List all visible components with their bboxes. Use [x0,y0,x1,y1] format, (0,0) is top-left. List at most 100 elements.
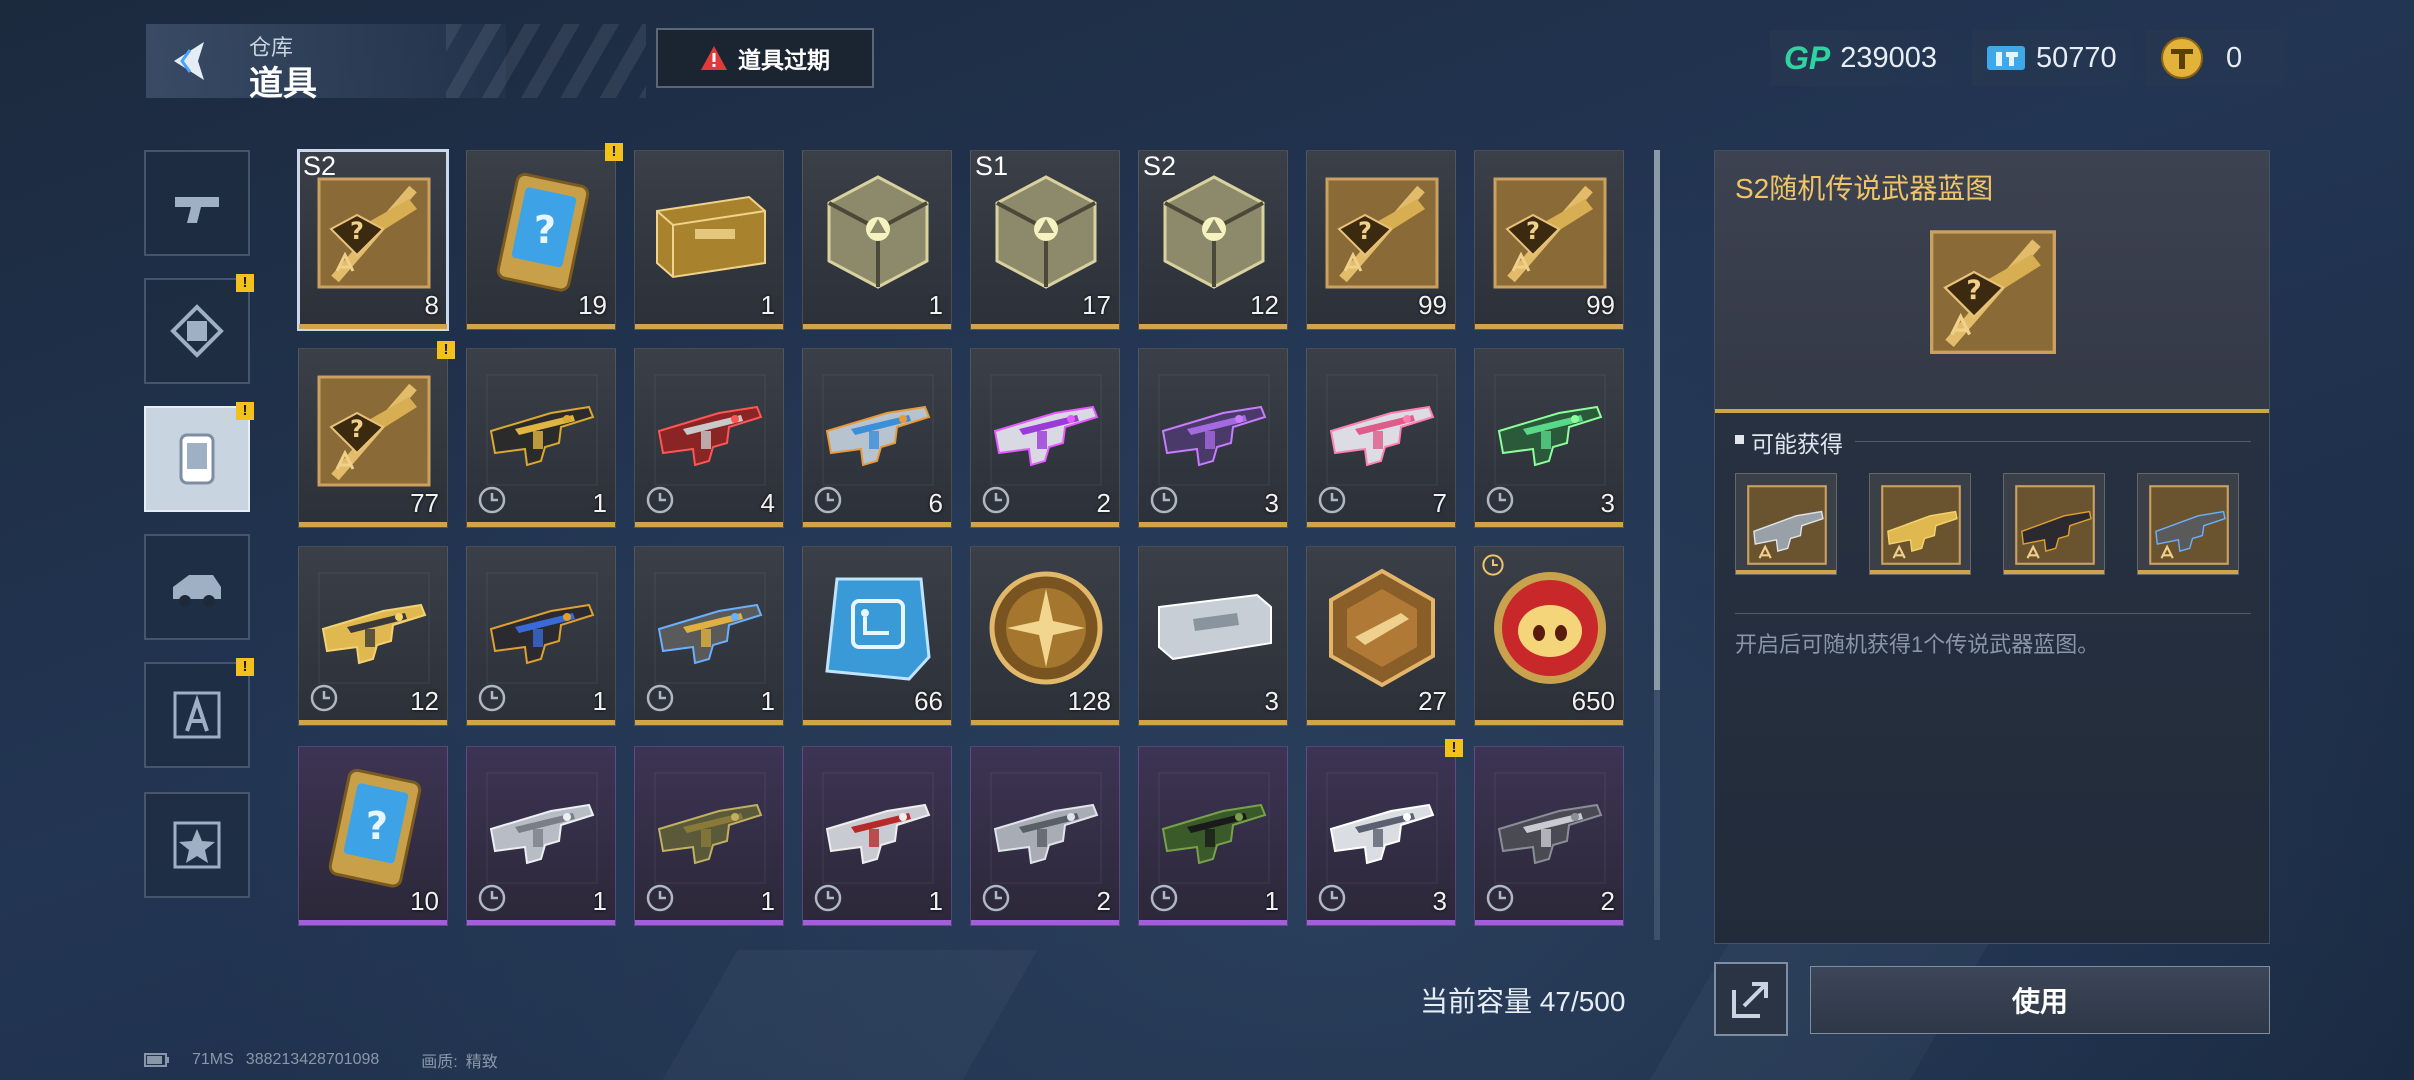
item-quantity: 1 [592,886,607,916]
divider [1735,613,2251,614]
item-slot[interactable]: 1 [466,546,616,726]
item-slot[interactable]: 4 [634,348,784,528]
notification-badge: ! [236,274,254,292]
season-label: S2 [303,151,337,181]
item-quantity: 10 [410,886,439,916]
item-quantity: 77 [410,488,439,518]
battery-icon [144,1053,169,1067]
item-quantity: 4 [760,488,775,518]
item-slot[interactable]: 1 [802,746,952,926]
item-slot[interactable]: 12 [298,546,448,726]
uid-text: 388213428701098 [245,1051,380,1068]
currency-gp[interactable]: GP 239003 [1770,30,1952,86]
tab-weapons[interactable] [144,150,250,256]
tab-outfits[interactable]: ! [144,274,254,384]
item-quantity: 66 [914,686,943,716]
tab-items[interactable]: ! [144,402,254,512]
timer-icon [477,883,507,913]
crossbow-icon [1489,767,1611,889]
item-slot[interactable]: S2 12 [1138,150,1288,330]
rifle-green-icon [1489,369,1611,491]
item-quantity: 1 [1264,886,1279,916]
item-quantity: 1 [928,886,943,916]
item-slot[interactable]: 7 [1306,348,1456,528]
timer-icon [1317,485,1347,515]
item-slot[interactable]: 2 [970,746,1120,926]
expired-items-button[interactable]: 道具过期 [656,28,874,88]
timer-icon [477,485,507,515]
item-quantity: 12 [1250,290,1279,320]
item-slot[interactable]: 2 [1474,746,1624,926]
svg-text:?: ? [1526,217,1540,245]
shotgun-gold-icon [313,567,435,689]
item-slot[interactable]: 66 [802,546,952,726]
tab-blueprints[interactable]: ! [144,658,254,768]
item-card-icon [179,433,215,485]
item-slot[interactable]: ? 99 [1474,150,1624,330]
legendary-blueprint-icon: ? [1489,171,1611,293]
timer-icon [1149,485,1179,515]
timer-icon [1481,553,1505,577]
currency-ticket[interactable]: 50770 [1972,30,2131,86]
reward-slot[interactable] [2003,473,2105,575]
item-slot[interactable]: 650 [1474,546,1624,726]
timer-icon [1149,883,1179,913]
smg-blue-icon [481,567,603,689]
item-slot[interactable]: 128 [970,546,1120,726]
notification-badge: ! [605,143,623,161]
rifle-blueprint-icon [1881,485,1961,565]
reward-slot[interactable] [1869,473,1971,575]
item-quantity: 99 [1586,290,1615,320]
item-slot[interactable]: S1 17 [970,150,1120,330]
timer-icon [1317,883,1347,913]
legendary-blueprint-icon: ? [1321,171,1443,293]
item-slot[interactable]: 3 [1138,348,1288,528]
item-quantity: 12 [410,686,439,716]
cube-crate-icon [985,171,1107,293]
scrollbar-thumb[interactable] [1654,150,1660,690]
item-slot[interactable]: 1 [634,150,784,330]
item-slot[interactable]: 2 [970,348,1120,528]
tab-favorites[interactable] [144,792,250,898]
item-slot[interactable]: 3 [1474,348,1624,528]
item-slot[interactable]: ? 10 [298,746,448,926]
item-slot[interactable]: 3 [1138,546,1288,726]
item-quantity: 99 [1418,290,1447,320]
currency-gold[interactable]: 0 [2146,30,2284,86]
item-slot[interactable]: 1 [634,546,784,726]
smg-blueprint-icon [2015,485,2095,565]
item-slot[interactable]: ? 19! [466,143,623,330]
share-button[interactable] [1714,962,1788,1036]
smg-silver-icon [985,767,1107,889]
warning-triangle-icon [701,46,727,70]
item-slot[interactable]: 1 [802,150,952,330]
item-quantity: 650 [1571,686,1615,716]
detail-header: S2随机传说武器蓝图 ? [1715,151,2269,413]
svg-text:?: ? [1966,275,1982,306]
timer-icon [981,883,1011,913]
item-quantity: 1 [928,290,943,320]
item-quantity: 1 [592,686,607,716]
item-slot[interactable]: 1 [466,746,616,926]
use-button[interactable]: 使用 [1810,966,2270,1034]
ticket-icon [1987,46,2025,70]
item-slot[interactable]: 1 [466,348,616,528]
item-slot[interactable]: 1 [1138,746,1288,926]
header-stripes [446,24,646,98]
divider [1855,441,2251,442]
item-quantity: 3 [1264,686,1279,716]
item-slot[interactable]: ? S2 8 [297,149,449,331]
back-button[interactable]: 仓库 道具 [146,24,646,103]
item-slot[interactable]: ? 99 [1306,150,1456,330]
reward-slot[interactable] [1735,473,1837,575]
item-slot[interactable]: 3! [1306,739,1463,926]
item-slot[interactable]: 1 [634,746,784,926]
item-quantity: 6 [928,488,943,518]
rifle-red-silver-icon [817,767,939,889]
tab-vehicles[interactable] [144,534,250,640]
item-slot[interactable]: 6 [802,348,952,528]
expired-items-label: 道具过期 [738,47,830,73]
item-slot[interactable]: 27 [1306,546,1456,726]
reward-slot[interactable] [2137,473,2239,575]
item-slot[interactable]: ? 77! [298,341,455,528]
